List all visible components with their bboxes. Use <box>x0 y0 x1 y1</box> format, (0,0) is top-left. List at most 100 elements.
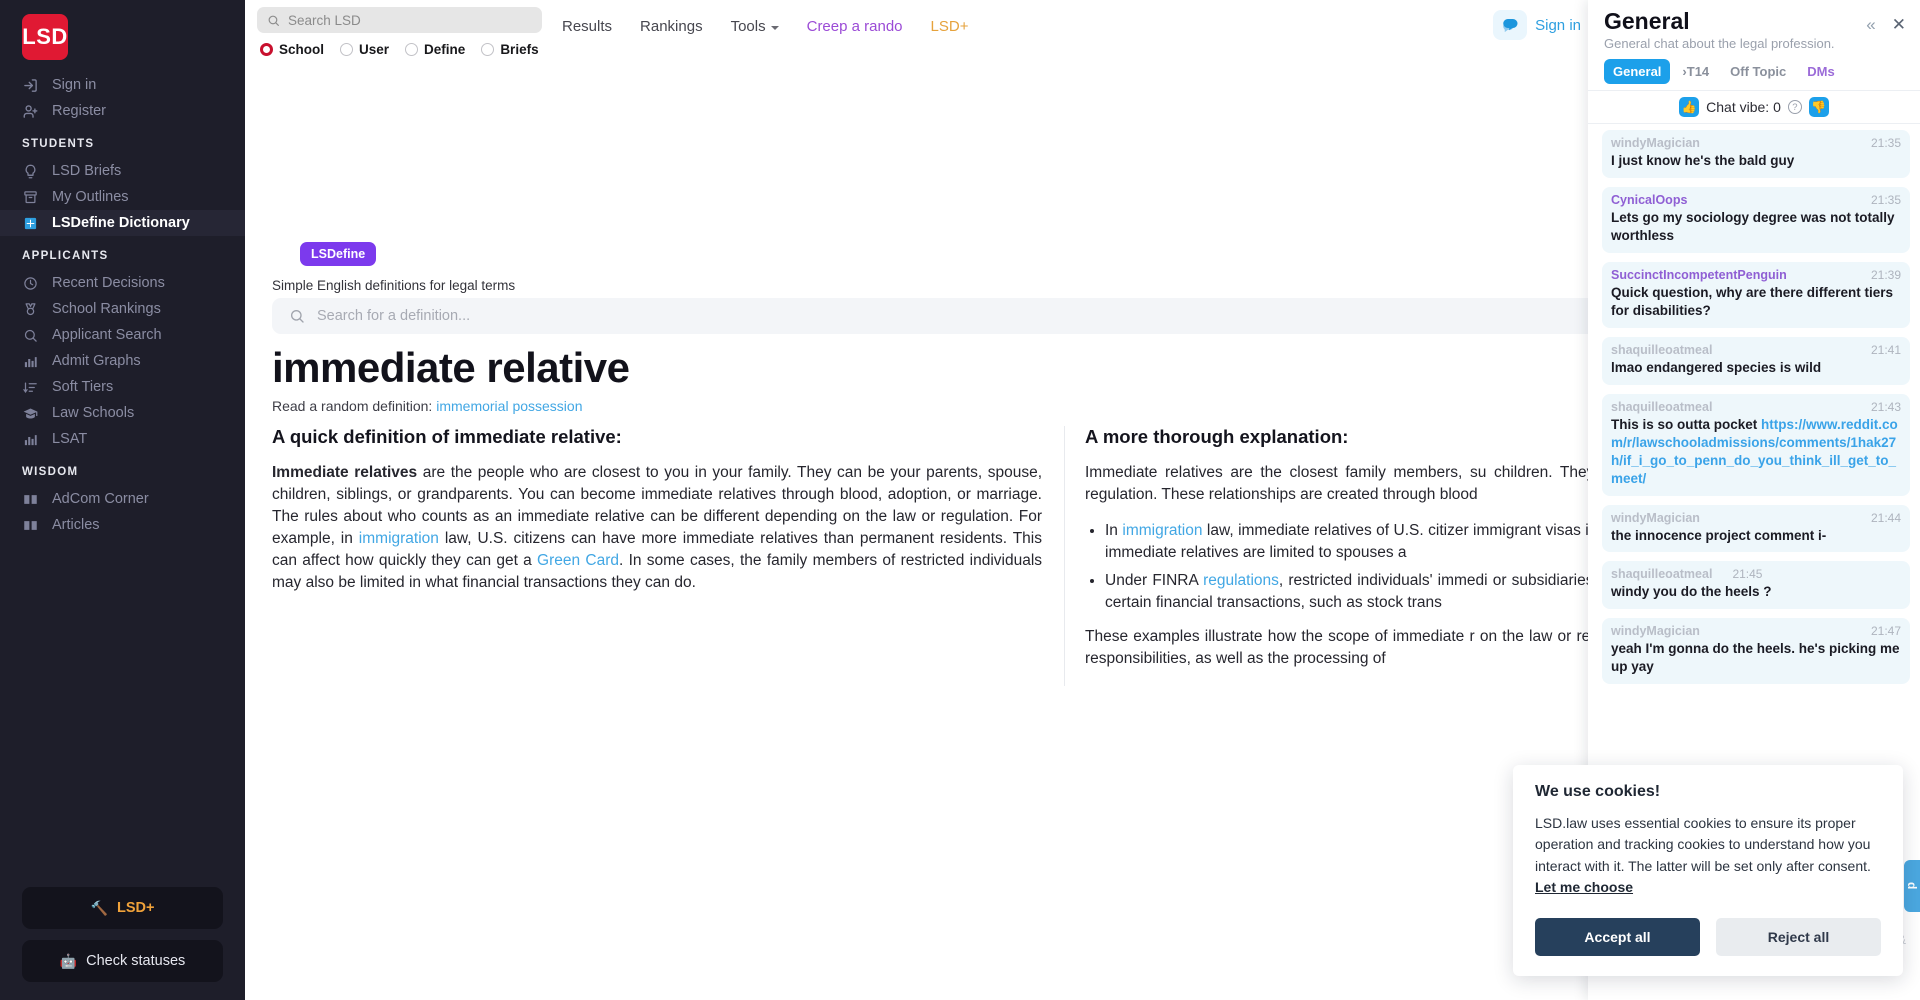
nav-creep-a-rando[interactable]: Creep a rando <box>807 18 903 35</box>
thumbs-down-icon[interactable]: 👎 <box>1808 97 1829 117</box>
nav-results[interactable]: Results <box>562 18 612 35</box>
search-scope-radios: School User Define Briefs <box>257 42 542 57</box>
radio-user[interactable]: User <box>340 42 389 57</box>
sidebar-item-admit-graphs[interactable]: Admit Graphs <box>0 348 245 374</box>
help-icon[interactable]: ? <box>1787 100 1802 114</box>
let-me-choose-link[interactable]: Let me choose <box>1535 879 1633 895</box>
nav-rankings[interactable]: Rankings <box>640 18 703 35</box>
regulations-link[interactable]: regulations <box>1203 572 1279 589</box>
cookie-consent-dialog: We use cookies! LSD.law uses essential c… <box>1513 765 1903 977</box>
close-icon[interactable]: ✕ <box>1892 16 1906 33</box>
chevron-double-left-icon[interactable]: « <box>1866 16 1875 33</box>
immigration-link[interactable]: immigration <box>1122 522 1202 539</box>
quick-definition-lead: Immediate relatives <box>272 464 418 481</box>
sidebar-item-applicant-search[interactable]: Applicant Search <box>0 322 245 348</box>
lsd-plus-button[interactable]: 🔨 LSD+ <box>22 887 223 929</box>
sidebar-item-soft-tiers[interactable]: Soft Tiers <box>0 374 245 400</box>
sidebar-item-law-schools[interactable]: Law Schools <box>0 400 245 426</box>
sidebar-item-label: School Rankings <box>52 301 161 317</box>
bullet-1-pre: In <box>1105 522 1123 539</box>
radio-label: Briefs <box>500 42 539 57</box>
nav-label: Results <box>562 18 613 35</box>
message-time: 21:35 <box>1870 192 1901 207</box>
bullet-2-pre: Under FINRA <box>1105 572 1204 589</box>
signin-link[interactable]: Sign in <box>1535 17 1585 34</box>
sidebar-item-adcom-corner[interactable]: AdCom Corner <box>0 486 245 512</box>
sidebar-item-lsdefine-dictionary[interactable]: LSDefine Dictionary <box>0 210 245 236</box>
message-header: windyMagician 21:35 <box>1611 136 1901 150</box>
list-item: windyMagician 21:35 I just know he's the… <box>1602 130 1910 178</box>
cookie-body-text: LSD.law uses essential cookies to ensure… <box>1535 815 1871 874</box>
sidebar-item-label: Applicant Search <box>52 327 162 343</box>
tab-general[interactable]: General <box>1604 59 1671 84</box>
sign-in-icon <box>22 77 39 94</box>
message-username[interactable]: shaquilleoatmeal <box>1611 343 1712 357</box>
sidebar-item-label: Soft Tiers <box>52 379 114 395</box>
message-header: shaquilleoatmeal 21:41 <box>1611 343 1901 357</box>
immigration-link[interactable]: immigration <box>359 530 439 547</box>
message-username[interactable]: CynicalOops <box>1611 193 1687 207</box>
sidebar-item-my-outlines[interactable]: My Outlines <box>0 184 245 210</box>
message-username[interactable]: windyMagician <box>1611 511 1700 525</box>
accept-all-button[interactable]: Accept all <box>1535 918 1700 957</box>
radio-school[interactable]: School <box>260 42 324 57</box>
nav-label: LSD+ <box>930 18 969 35</box>
radio-dot <box>405 43 419 56</box>
radio-dot <box>260 43 273 56</box>
medal-icon <box>22 301 39 318</box>
message-time: 21:39 <box>1870 267 1901 282</box>
random-definition-link[interactable]: immemorial possession <box>436 398 582 414</box>
check-statuses-button[interactable]: 🤖 Check statuses <box>22 940 223 982</box>
sidebar-item-label: Law Schools <box>52 405 135 421</box>
sidebar-item-register[interactable]: Register <box>0 98 245 124</box>
lsd-logo[interactable]: LSD <box>22 14 68 60</box>
sidebar-item-label: LSD Briefs <box>52 163 122 179</box>
lsdefine-badge: LSDefine <box>300 242 377 266</box>
sidebar-item-lsat[interactable]: LSAT <box>0 426 245 452</box>
message-username[interactable]: windyMagician <box>1611 136 1700 150</box>
radio-label: Define <box>424 42 466 57</box>
message-text-part: This is so outta pocket <box>1611 416 1762 432</box>
message-time: 21:35 <box>1870 136 1901 150</box>
sidebar-item-label: Recent Decisions <box>52 275 165 291</box>
message-time: 21:41 <box>1870 342 1901 357</box>
sidebar-item-recent-decisions[interactable]: Recent Decisions <box>0 270 245 296</box>
radio-define[interactable]: Define <box>405 42 465 57</box>
global-search-input[interactable] <box>288 12 532 28</box>
tab-off-topic[interactable]: Off Topic <box>1721 59 1795 84</box>
nav-label: Tools <box>730 18 766 35</box>
sidebar-item-sign-in[interactable]: Sign in <box>0 72 245 98</box>
green-card-link[interactable]: Green Card <box>537 552 619 569</box>
tab-dms[interactable]: DMs <box>1798 59 1843 84</box>
sidebar: LSD Sign in Register STUDENTS LSD Briefs… <box>0 0 245 1000</box>
sidebar-group-applicants: APPLICANTS <box>22 250 109 262</box>
sidebar-item-label: LSAT <box>52 431 88 447</box>
check-statuses-label: Check statuses <box>86 953 186 969</box>
sidebar-item-lsd-briefs[interactable]: LSD Briefs <box>0 158 245 184</box>
list-item: shaquilleoatmeal 21:43 This is so outta … <box>1602 393 1910 496</box>
cookie-buttons: Accept all Reject all <box>1535 918 1881 957</box>
chat-toggle-button[interactable] <box>1493 10 1528 40</box>
message-username[interactable]: shaquilleoatmeal <box>1611 400 1712 414</box>
nav-lsd-plus[interactable]: LSD+ <box>931 18 969 35</box>
lsdefine-subtitle: Simple English definitions for legal ter… <box>272 278 516 293</box>
thumbs-up-icon[interactable]: 👍 <box>1679 97 1700 117</box>
random-definition-line: Read a random definition: immemorial pos… <box>272 398 583 414</box>
bar-chart-icon <box>22 353 39 370</box>
cookie-body: LSD.law uses essential cookies to ensure… <box>1535 813 1881 898</box>
feedback-edge-tab[interactable]: d <box>1904 860 1920 912</box>
nav-tools[interactable]: Tools <box>731 18 779 35</box>
message-text: Lets go my sociology degree was not tota… <box>1611 209 1895 243</box>
message-username[interactable]: SuccinctIncompetentPenguin <box>1611 268 1787 282</box>
global-search-box[interactable] <box>257 7 542 33</box>
message-username[interactable]: windyMagician <box>1611 624 1700 638</box>
reject-all-button[interactable]: Reject all <box>1716 918 1881 957</box>
sidebar-item-school-rankings[interactable]: School Rankings <box>0 296 245 322</box>
message-text: This is so outta pocket https://www.redd… <box>1611 416 1901 488</box>
tab-t14[interactable]: ›T14 <box>1673 59 1718 84</box>
message-text: lmao endangered species is wild <box>1611 359 1822 375</box>
radio-briefs[interactable]: Briefs <box>481 42 539 57</box>
list-item: CynicalOops 21:35 Lets go my sociology d… <box>1602 186 1910 253</box>
message-username[interactable]: shaquilleoatmeal <box>1611 567 1712 581</box>
sidebar-item-articles[interactable]: Articles <box>0 512 245 538</box>
